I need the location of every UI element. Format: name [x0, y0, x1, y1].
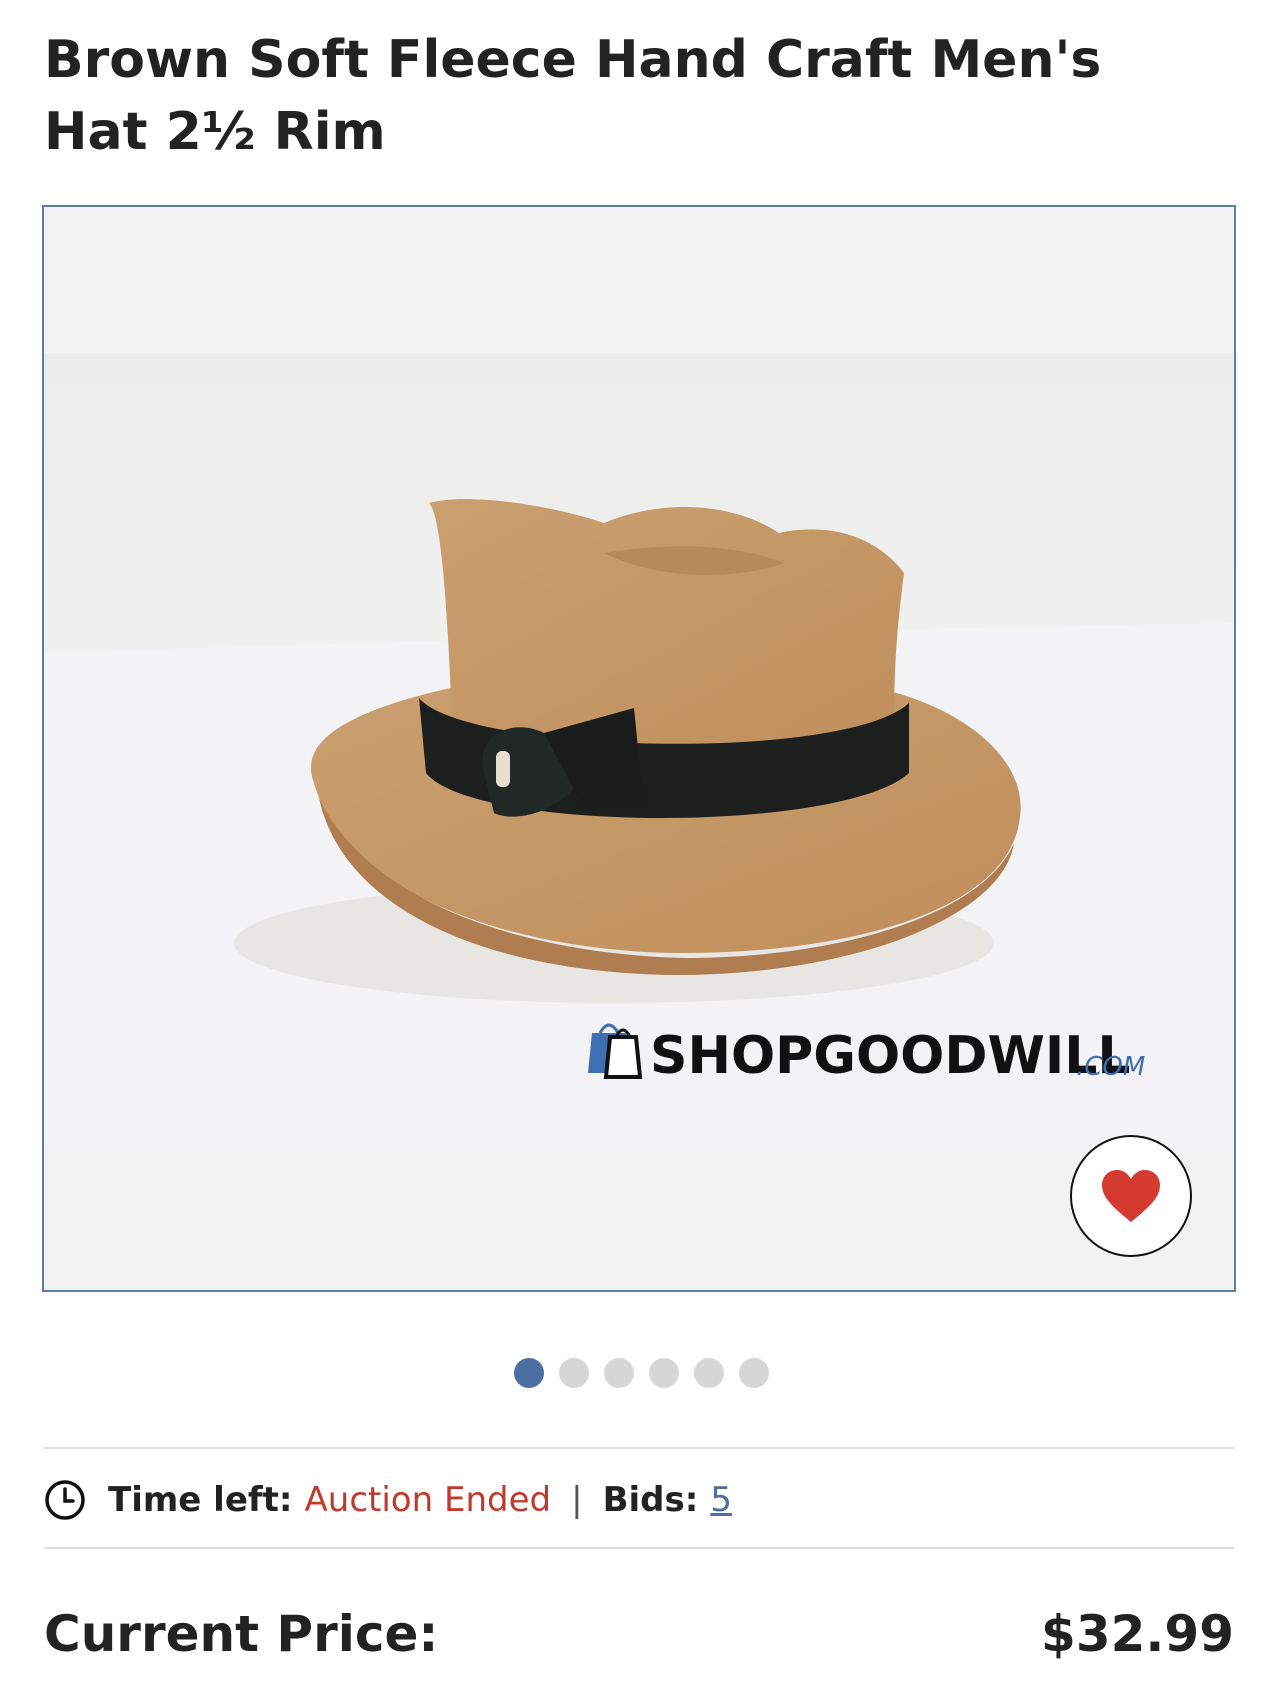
watermark-text: SHOPGOODWILL [650, 1026, 1131, 1086]
carousel-dot[interactable] [738, 1358, 769, 1388]
carousel-dot[interactable] [648, 1358, 679, 1388]
divider [44, 1447, 1234, 1449]
auction-status: Time left: Auction Ended | Bids: 5 [44, 1470, 1234, 1530]
heart-icon [1102, 1170, 1160, 1222]
watermark-suffix: .COM [1076, 1052, 1145, 1082]
divider [44, 1547, 1234, 1549]
carousel-dot[interactable] [513, 1358, 544, 1388]
image-gallery[interactable]: SHOPGOODWILL .COM [42, 205, 1236, 1292]
status-separator: | [571, 1480, 583, 1520]
current-price-label: Current Price: [44, 1605, 439, 1663]
clock-icon [45, 1480, 85, 1520]
carousel-dot[interactable] [558, 1358, 589, 1388]
current-price-row: Current Price: $32.99 [44, 1605, 1234, 1663]
carousel-dot[interactable] [603, 1358, 634, 1388]
product-title: Brown Soft Fleece Hand Craft Men's Hat 2… [44, 30, 1102, 162]
time-left-label: Time left: [108, 1480, 293, 1520]
current-price-value: $32.99 [1041, 1605, 1234, 1663]
bids-label: Bids: [602, 1480, 699, 1520]
carousel-pagination [0, 1358, 1282, 1388]
favorite-button[interactable] [1070, 1135, 1192, 1257]
time-left-value: Auction Ended [304, 1480, 552, 1520]
product-photo[interactable]: SHOPGOODWILL .COM [44, 353, 1234, 1145]
carousel-dot[interactable] [693, 1358, 724, 1388]
bids-count-link[interactable]: 5 [710, 1480, 732, 1520]
